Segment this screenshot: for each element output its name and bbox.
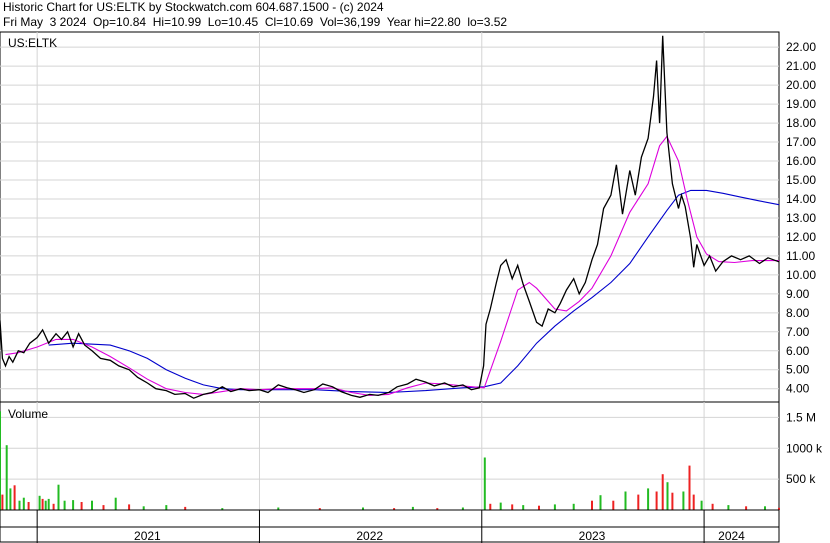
volume-bar xyxy=(114,497,117,510)
volume-label: Volume xyxy=(8,407,48,421)
year-label: 2021 xyxy=(134,529,161,543)
volume-bar xyxy=(499,502,502,510)
volume-bar xyxy=(91,500,93,510)
price-axis-labels: 4.00 5.00 6.00 7.00 8.00 9.00 10.00 11.00 12.00 1… xyxy=(786,40,816,396)
volume-bar xyxy=(102,505,105,510)
volume-bar xyxy=(9,488,12,510)
price-tick-label: 16.00 xyxy=(786,154,816,168)
volume-bar xyxy=(72,500,75,510)
volume-bar xyxy=(522,505,525,510)
volume-tick-label: 500 k xyxy=(786,472,816,486)
price-tick-label: 20.00 xyxy=(786,78,816,92)
volume-bar xyxy=(5,445,8,510)
volume-bar xyxy=(0,411,1,510)
volume-bar xyxy=(745,506,748,510)
volume-bar xyxy=(624,491,627,510)
volume-bar xyxy=(692,494,695,510)
price-tick-label: 14.00 xyxy=(786,192,816,206)
volume-bar xyxy=(80,502,83,510)
volume-bar xyxy=(128,504,131,510)
price-tick-label: 19.00 xyxy=(786,97,816,111)
volume-bar xyxy=(591,500,593,510)
volume-bar xyxy=(27,502,30,510)
volume-bar xyxy=(553,504,556,510)
symbol-label: US:ELTK xyxy=(8,36,57,50)
price-tick-label: 5.00 xyxy=(786,363,810,377)
volume-bar xyxy=(711,503,714,510)
volume-bar xyxy=(47,498,50,510)
volume-bar xyxy=(661,474,664,510)
volume-bar xyxy=(63,500,66,510)
volume-bar xyxy=(647,488,650,510)
price-tick-label: 22.00 xyxy=(786,40,816,54)
price-tick-label: 7.00 xyxy=(786,325,810,339)
volume-bar xyxy=(52,503,55,510)
volume-bar xyxy=(38,495,41,510)
volume-bar xyxy=(655,491,658,510)
year-label: 2023 xyxy=(579,529,606,543)
volume-bar xyxy=(41,498,44,510)
volume-bar xyxy=(511,504,514,510)
price-tick-label: 4.00 xyxy=(786,382,810,396)
year-label: 2024 xyxy=(718,529,745,543)
volume-bar xyxy=(483,457,486,510)
price-tick-label: 10.00 xyxy=(786,268,816,282)
volume-bar xyxy=(682,491,685,510)
volume-bar xyxy=(727,505,730,510)
volume-tick-label: 1.5 M xyxy=(786,410,816,424)
price-tick-label: 21.00 xyxy=(786,59,816,73)
volume-bar xyxy=(538,505,540,510)
price-tick-label: 9.00 xyxy=(786,287,810,301)
price-tick-label: 11.00 xyxy=(786,249,815,263)
volume-bar xyxy=(489,503,492,510)
price-tick-label: 18.00 xyxy=(786,116,816,130)
volume-bar xyxy=(18,500,21,510)
volume-bar xyxy=(671,492,674,510)
volume-bar xyxy=(44,500,47,510)
price-tick-label: 6.00 xyxy=(786,344,810,358)
volume-bar xyxy=(22,497,25,510)
price-tick-label: 13.00 xyxy=(786,211,816,225)
volume-bar xyxy=(700,500,703,510)
volume-bar xyxy=(142,506,145,510)
price-tick-label: 15.00 xyxy=(786,173,816,187)
volume-bar xyxy=(666,482,669,510)
year-label: 2022 xyxy=(356,529,383,543)
volume-bar xyxy=(612,500,615,510)
volume-bar xyxy=(599,495,602,510)
volume-bar xyxy=(57,484,60,510)
price-tick-label: 17.00 xyxy=(786,135,816,149)
volume-bar xyxy=(637,494,640,510)
volume-bar xyxy=(764,506,766,510)
volume-bar xyxy=(165,505,168,510)
volume-axis-labels: 500 k 1000 k 1.5 M xyxy=(786,410,823,486)
time-axis-frame xyxy=(0,509,780,543)
stock-chart: 4.00 5.00 6.00 7.00 8.00 9.00 10.00 11.00 12.00 1… xyxy=(0,31,823,543)
price-tick-label: 12.00 xyxy=(786,230,816,244)
volume-bar xyxy=(688,465,691,510)
volume-bar xyxy=(1,494,4,510)
price-tick-label: 8.00 xyxy=(786,306,810,320)
volume-tick-label: 1000 k xyxy=(786,441,823,455)
volume-bar xyxy=(13,485,16,510)
volume-bar xyxy=(572,503,575,510)
